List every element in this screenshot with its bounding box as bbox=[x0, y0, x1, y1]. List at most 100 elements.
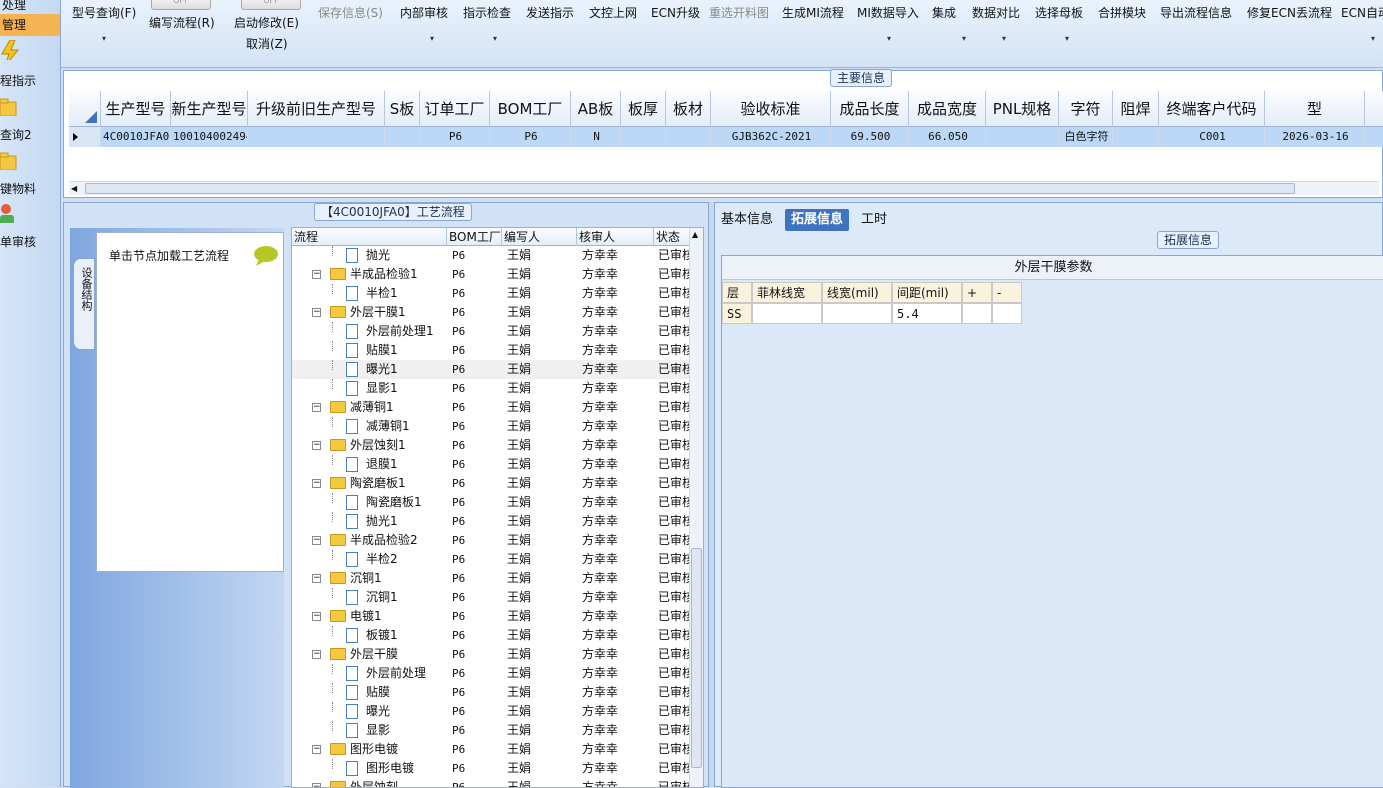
column-header[interactable]: 验收标准 bbox=[711, 91, 831, 127]
scroll-up-icon[interactable]: ▲ bbox=[692, 230, 698, 239]
chevron-down-icon[interactable]: ▾ bbox=[430, 34, 434, 43]
column-header[interactable]: 字符 bbox=[1059, 91, 1113, 127]
vertical-scrollbar[interactable]: ▲ bbox=[689, 228, 703, 787]
nav-item-process-instruction[interactable]: 程指示 bbox=[0, 40, 60, 90]
chevron-down-icon[interactable]: ▾ bbox=[1065, 34, 1069, 43]
tree-row[interactable]: 贴膜1 P6 王娟 方幸幸 已审核 bbox=[292, 341, 690, 360]
toolbar-button[interactable]: 指示检查 bbox=[463, 4, 511, 21]
param-header[interactable]: + bbox=[962, 282, 992, 303]
toolbar-button[interactable]: 重选开料图 bbox=[709, 4, 769, 21]
column-header[interactable]: 生产型号 bbox=[101, 91, 171, 127]
tree-row[interactable]: − 半成品检验1 P6 王娟 方幸幸 已审核 bbox=[292, 265, 690, 284]
start-modify-toggle[interactable]: OFF bbox=[241, 0, 301, 10]
table-row[interactable]: 4C0010JFA010010400249463P6P6NGJB362C-202… bbox=[69, 127, 1383, 147]
nav-item-query2[interactable]: 查询2 bbox=[0, 96, 60, 142]
column-header[interactable]: 成品长度 bbox=[831, 91, 909, 127]
collapse-icon[interactable]: − bbox=[312, 536, 321, 545]
tree-row[interactable]: 沉铜1 P6 王娟 方幸幸 已审核 bbox=[292, 588, 690, 607]
tree-row[interactable]: 半检2 P6 王娟 方幸幸 已审核 bbox=[292, 550, 690, 569]
nav-item-order-review[interactable]: 单审核 bbox=[0, 203, 60, 249]
tree-row[interactable]: − 减薄铜1 P6 王娟 方幸幸 已审核 bbox=[292, 398, 690, 417]
nav-item-key-material[interactable]: 键物料 bbox=[0, 150, 60, 196]
toolbar-button[interactable]: 生成MI流程 bbox=[782, 4, 844, 21]
chevron-down-icon[interactable]: ▾ bbox=[962, 34, 966, 43]
tree-row[interactable]: − 外层蚀刻1 P6 王娟 方幸幸 已审核 bbox=[292, 436, 690, 455]
toolbar-button[interactable]: MI数据导入 bbox=[857, 4, 919, 21]
nav-item-process[interactable]: 处理 bbox=[0, 0, 60, 14]
toolbar-button[interactable]: 集成 bbox=[932, 4, 956, 21]
collapse-icon[interactable]: − bbox=[312, 308, 321, 317]
toolbar-button[interactable]: ECN自动 bbox=[1341, 4, 1383, 21]
toolbar-button[interactable]: 编写流程(R) bbox=[149, 14, 215, 31]
scroll-left-icon[interactable]: ◀ bbox=[71, 184, 77, 193]
collapse-icon[interactable]: − bbox=[312, 783, 321, 787]
chevron-down-icon[interactable]: ▾ bbox=[887, 34, 891, 43]
tree-row[interactable]: 外层前处理1 P6 王娟 方幸幸 已审核 bbox=[292, 322, 690, 341]
scroll-thumb[interactable] bbox=[691, 548, 702, 768]
tree-row[interactable]: 图形电镀 P6 王娟 方幸幸 已审核 bbox=[292, 759, 690, 778]
tree-row[interactable]: 曝光1 P6 王娟 方幸幸 已审核 bbox=[292, 360, 690, 379]
column-header[interactable]: 流程 bbox=[292, 228, 447, 246]
column-header[interactable]: 升级前旧生产型号 bbox=[248, 91, 385, 127]
chevron-down-icon[interactable]: ▾ bbox=[102, 34, 106, 43]
column-header[interactable]: 阻焊 bbox=[1113, 91, 1159, 127]
column-header[interactable]: 新生产型号 bbox=[171, 91, 248, 127]
tree-row[interactable]: 显影 P6 王娟 方幸幸 已审核 bbox=[292, 721, 690, 740]
horizontal-scrollbar[interactable]: ◀ bbox=[69, 181, 1379, 195]
param-cell[interactable] bbox=[992, 303, 1022, 324]
tree-row[interactable]: − 半成品检验2 P6 王娟 方幸幸 已审核 bbox=[292, 531, 690, 550]
toolbar-button[interactable]: 型号查询(F) bbox=[72, 4, 136, 21]
column-header[interactable]: 板材 bbox=[666, 91, 711, 127]
nav-item-manage[interactable]: 管理 bbox=[0, 14, 60, 36]
collapse-icon[interactable]: − bbox=[312, 612, 321, 621]
tree-row[interactable]: − 电镀1 P6 王娟 方幸幸 已审核 bbox=[292, 607, 690, 626]
collapse-icon[interactable]: − bbox=[312, 403, 321, 412]
toolbar-button[interactable]: ECN升级 bbox=[651, 4, 700, 21]
toolbar-button[interactable]: 导出流程信息 bbox=[1160, 4, 1232, 21]
column-header[interactable]: BOM工厂 bbox=[490, 91, 571, 127]
collapse-icon[interactable]: − bbox=[312, 270, 321, 279]
tab-1[interactable]: 拓展信息 bbox=[785, 209, 850, 231]
param-cell[interactable] bbox=[822, 303, 892, 324]
tree-row[interactable]: 退膜1 P6 王娟 方幸幸 已审核 bbox=[292, 455, 690, 474]
param-cell[interactable]: 5.4 bbox=[892, 303, 962, 324]
tree-row[interactable]: 半检1 P6 王娟 方幸幸 已审核 bbox=[292, 284, 690, 303]
tree-row[interactable]: 抛光 P6 王娟 方幸幸 已审核 bbox=[292, 246, 690, 265]
column-header[interactable]: 编写人 bbox=[502, 228, 577, 246]
tree-row[interactable]: − 图形电镀 P6 王娟 方幸幸 已审核 bbox=[292, 740, 690, 759]
collapse-icon[interactable]: − bbox=[312, 650, 321, 659]
chevron-down-icon[interactable]: ▾ bbox=[1371, 34, 1375, 43]
tree-row[interactable]: 抛光1 P6 王娟 方幸幸 已审核 bbox=[292, 512, 690, 531]
tree-row[interactable]: 曝光 P6 王娟 方幸幸 已审核 bbox=[292, 702, 690, 721]
tree-row[interactable]: − 外层干膜 P6 王娟 方幸幸 已审核 bbox=[292, 645, 690, 664]
param-cell[interactable] bbox=[752, 303, 822, 324]
tree-row[interactable]: 外层前处理 P6 王娟 方幸幸 已审核 bbox=[292, 664, 690, 683]
collapse-icon[interactable]: − bbox=[312, 441, 321, 450]
toolbar-button[interactable]: 数据对比 bbox=[972, 4, 1020, 21]
param-cell[interactable] bbox=[962, 303, 992, 324]
column-header[interactable]: 成品宽度 bbox=[909, 91, 986, 127]
column-header[interactable]: BOM工厂 bbox=[447, 228, 502, 246]
toolbar-button[interactable]: 启动修改(E) bbox=[234, 14, 299, 31]
toolbar-button[interactable]: 选择母板 bbox=[1035, 4, 1083, 21]
column-header[interactable]: 终端客户代码 bbox=[1159, 91, 1265, 127]
column-header[interactable]: 订单工厂 bbox=[420, 91, 490, 127]
param-cell[interactable]: SS bbox=[722, 303, 752, 324]
toolbar-button[interactable]: 内部审核 bbox=[400, 4, 448, 21]
toolbar-button[interactable]: 修复ECN丢流程 bbox=[1247, 4, 1332, 21]
tree-row[interactable]: − 陶瓷磨板1 P6 王娟 方幸幸 已审核 bbox=[292, 474, 690, 493]
collapse-icon[interactable]: − bbox=[312, 745, 321, 754]
chevron-down-icon[interactable]: ▾ bbox=[1002, 34, 1006, 43]
tree-row[interactable]: 板镀1 P6 王娟 方幸幸 已审核 bbox=[292, 626, 690, 645]
tree-row[interactable]: 显影1 P6 王娟 方幸幸 已审核 bbox=[292, 379, 690, 398]
collapse-icon[interactable]: − bbox=[312, 479, 321, 488]
tree-row[interactable]: 陶瓷磨板1 P6 王娟 方幸幸 已审核 bbox=[292, 493, 690, 512]
column-header[interactable]: 型 bbox=[1265, 91, 1365, 127]
column-header[interactable]: S板 bbox=[385, 91, 420, 127]
column-header[interactable]: 核审人 bbox=[577, 228, 654, 246]
toolbar-button[interactable]: 保存信息(S) bbox=[318, 4, 383, 21]
column-header[interactable]: PNL规格 bbox=[986, 91, 1059, 127]
tab-0[interactable]: 基本信息 bbox=[715, 209, 779, 231]
toolbar-button[interactable]: 合拼模块 bbox=[1098, 4, 1146, 21]
scroll-thumb[interactable] bbox=[85, 183, 1295, 194]
